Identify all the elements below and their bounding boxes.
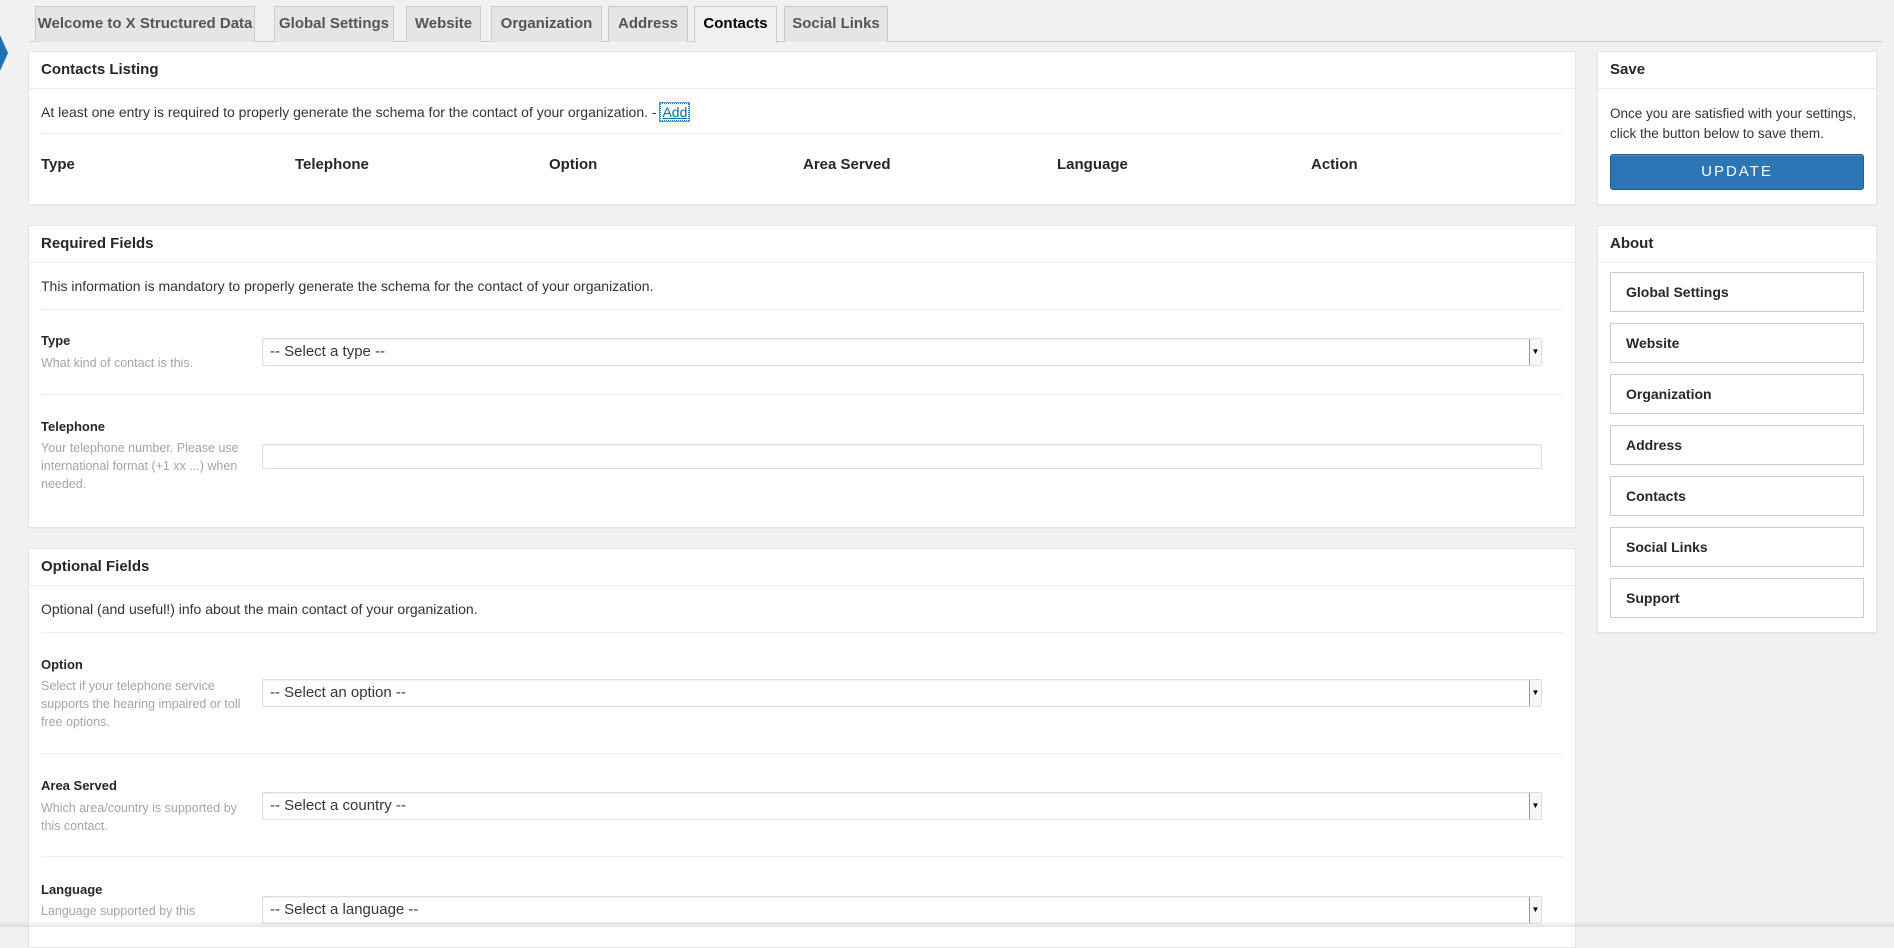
chevron-down-icon: ▼ xyxy=(1529,793,1541,819)
about-link-contacts[interactable]: Contacts xyxy=(1610,476,1864,516)
optional-fields-panel: Optional Fields Optional (and useful!) i… xyxy=(28,548,1576,948)
area-served-description: Which area/country is supported by this … xyxy=(41,801,237,833)
update-button[interactable]: UPDATE xyxy=(1610,154,1864,190)
telephone-input[interactable] xyxy=(262,444,1542,469)
required-fields-title: Required Fields xyxy=(29,226,1575,263)
collapse-arrow-icon[interactable] xyxy=(0,35,8,71)
save-title: Save xyxy=(1598,52,1876,89)
chevron-down-icon: ▼ xyxy=(1529,680,1541,706)
contacts-listing-intro-text: At least one entry is required to proper… xyxy=(41,104,657,120)
about-link-website[interactable]: Website xyxy=(1610,323,1864,363)
area-served-select[interactable]: -- Select a country -- ▼ xyxy=(262,792,1542,820)
tab-address[interactable]: Address xyxy=(608,6,688,42)
language-description: Language supported by this xyxy=(41,904,196,918)
about-link-organization[interactable]: Organization xyxy=(1610,374,1864,414)
type-select-value: -- Select a type -- xyxy=(270,343,386,360)
chevron-down-icon: ▼ xyxy=(1529,339,1541,365)
about-link-address[interactable]: Address xyxy=(1610,425,1864,465)
divider xyxy=(41,394,1563,395)
contacts-listing-panel: Contacts Listing At least one entry is r… xyxy=(28,51,1576,205)
divider xyxy=(41,309,1563,310)
telephone-label: Telephone xyxy=(41,419,106,434)
contacts-listing-intro: At least one entry is required to proper… xyxy=(41,102,691,122)
column-option: Option xyxy=(549,156,598,173)
language-select-value: -- Select a language -- xyxy=(270,901,419,918)
tab-website[interactable]: Website xyxy=(406,6,481,42)
tab-contacts[interactable]: Contacts xyxy=(694,6,777,43)
settings-tabs: Welcome to X Structured Data Global Sett… xyxy=(30,0,1882,43)
telephone-description: Your telephone number. Please use intern… xyxy=(41,441,239,491)
area-served-label: Area Served xyxy=(41,778,117,793)
option-select[interactable]: -- Select an option -- ▼ xyxy=(262,679,1542,707)
bottom-shadow xyxy=(0,921,1894,927)
type-label: Type xyxy=(41,333,71,348)
add-contact-link[interactable]: Add xyxy=(659,102,691,122)
optional-fields-intro: Optional (and useful!) info about the ma… xyxy=(41,601,478,617)
required-fields-panel: Required Fields This information is mand… xyxy=(28,225,1576,528)
language-select[interactable]: -- Select a language -- ▼ xyxy=(262,896,1542,924)
option-label: Option xyxy=(41,657,83,672)
tab-social-links[interactable]: Social Links xyxy=(784,6,888,42)
required-fields-intro: This information is mandatory to properl… xyxy=(41,278,654,294)
contacts-listing-title: Contacts Listing xyxy=(29,52,1575,89)
about-link-social-links[interactable]: Social Links xyxy=(1610,527,1864,567)
tab-organization[interactable]: Organization xyxy=(491,6,602,42)
area-served-select-value: -- Select a country -- xyxy=(270,797,406,814)
optional-fields-title: Optional Fields xyxy=(29,549,1575,586)
tab-welcome[interactable]: Welcome to X Structured Data xyxy=(35,6,255,42)
option-select-value: -- Select an option -- xyxy=(270,684,406,701)
column-telephone: Telephone xyxy=(295,156,369,173)
save-panel: Save Once you are satisfied with your se… xyxy=(1597,51,1877,205)
about-panel: About Global Settings Website Organizati… xyxy=(1597,225,1877,633)
divider xyxy=(41,856,1563,857)
type-description: What kind of contact is this. xyxy=(41,356,194,370)
language-label: Language xyxy=(41,882,103,897)
option-description: Select if your telephone service support… xyxy=(41,679,241,729)
divider xyxy=(41,632,1563,633)
column-area-served: Area Served xyxy=(803,156,891,173)
chevron-down-icon: ▼ xyxy=(1529,897,1541,923)
about-link-support[interactable]: Support xyxy=(1610,578,1864,618)
divider xyxy=(41,753,1563,754)
about-link-global-settings[interactable]: Global Settings xyxy=(1610,272,1864,312)
column-action: Action xyxy=(1311,156,1358,173)
column-language: Language xyxy=(1057,156,1128,173)
column-type: Type xyxy=(41,156,75,173)
type-select[interactable]: -- Select a type -- ▼ xyxy=(262,338,1542,366)
tab-global-settings[interactable]: Global Settings xyxy=(274,6,394,42)
divider xyxy=(41,133,1563,134)
save-description: Once you are satisfied with your setting… xyxy=(1610,106,1857,141)
about-title: About xyxy=(1598,226,1876,263)
